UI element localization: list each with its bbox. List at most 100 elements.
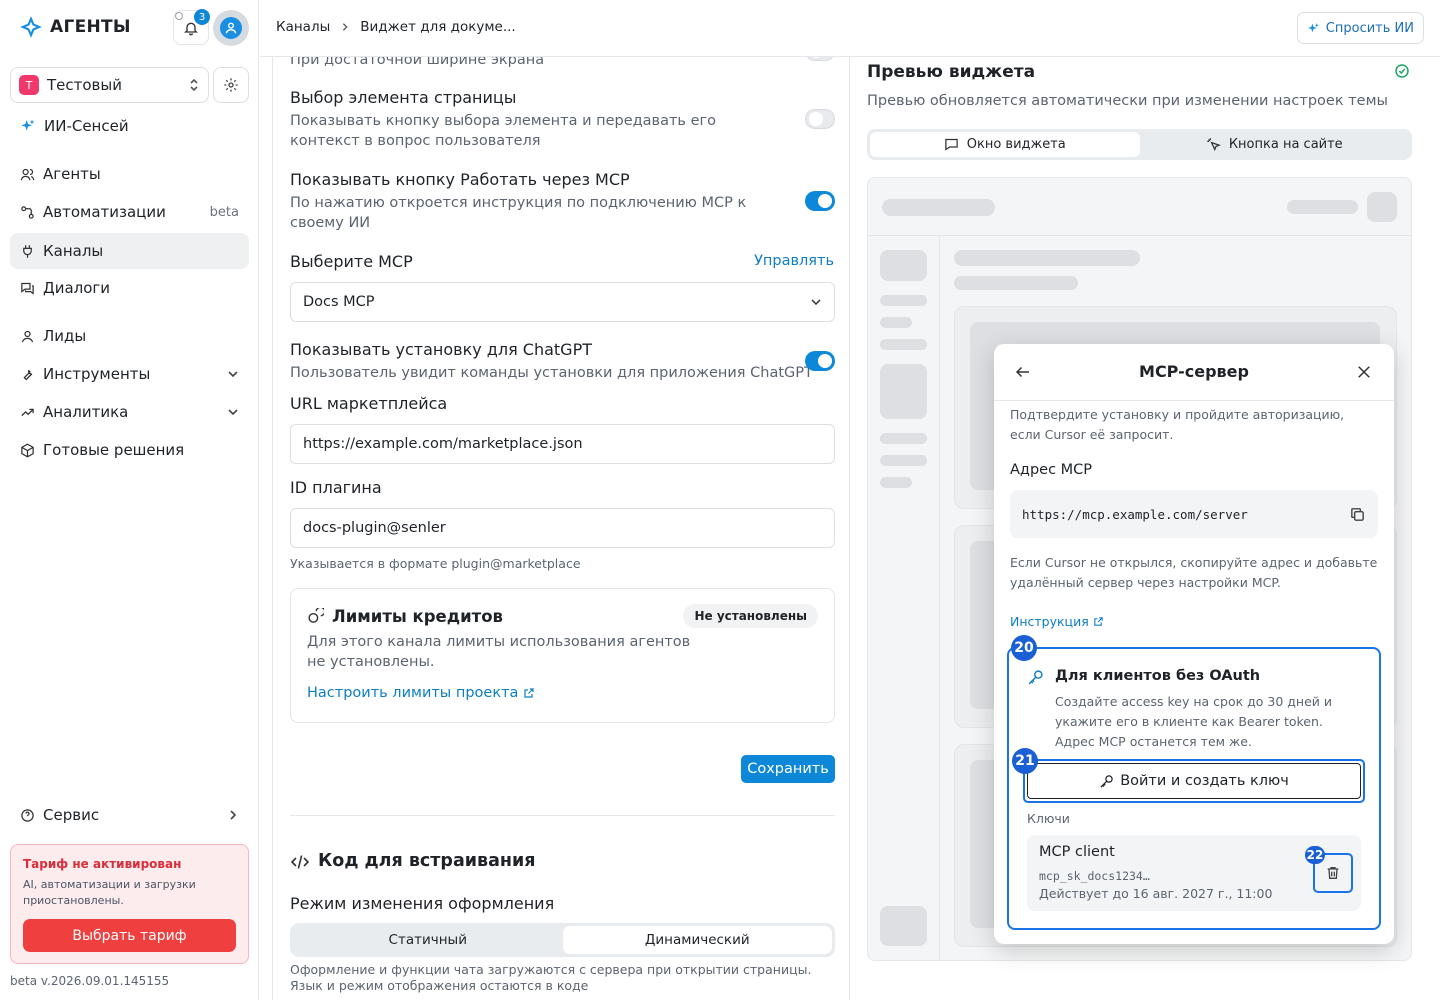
- chatgpt-desc: Пользователь увидит команды установки дл…: [290, 365, 813, 381]
- skeleton: [880, 433, 927, 444]
- external-link-icon: [1093, 616, 1104, 627]
- project-settings-button[interactable]: [213, 67, 249, 103]
- nav-solutions[interactable]: Готовые решения: [10, 432, 249, 468]
- nav-automations[interactable]: Автоматизации beta: [10, 194, 249, 230]
- status-dot: [175, 12, 183, 20]
- nav-label: Готовые решения: [43, 441, 185, 459]
- copy-icon[interactable]: [1349, 506, 1366, 523]
- mode-static-option[interactable]: Статичный: [293, 926, 563, 954]
- configure-limits-link[interactable]: Настроить лимиты проекта: [307, 685, 535, 701]
- breadcrumb-channels[interactable]: Каналы: [276, 19, 330, 35]
- widget-settings-form: При достаточной ширине экрана Выбор элем…: [272, 57, 849, 1000]
- nav-ai-sensei[interactable]: ИИ-Сенсей: [10, 108, 249, 144]
- project-selector[interactable]: Т Тестовый: [10, 67, 209, 103]
- tariff-title: Тариф не активирован: [23, 857, 182, 871]
- embed-title: Код для встраивания: [318, 851, 536, 871]
- ask-ai-label: Спросить ИИ: [1325, 20, 1414, 36]
- pick-element-title: Выбор элемента страницы: [290, 88, 517, 107]
- user-icon: [225, 22, 237, 34]
- app-logo[interactable]: АГЕНТЫ: [18, 14, 131, 40]
- login-button-label: Войти и создать ключ: [1120, 773, 1289, 789]
- instruction-label: Инструкция: [1010, 614, 1089, 629]
- sidebar: АГЕНТЫ 3 Т Тестовый ИИ-Сенсей Агенты Авт…: [0, 0, 259, 1000]
- plugin-id-input[interactable]: docs-plugin@senler: [290, 508, 835, 548]
- chevron-down-icon: [810, 296, 822, 308]
- tab-label: Окно виджета: [966, 137, 1066, 152]
- plugin-id-label: ID плагина: [290, 478, 382, 497]
- mcp-select-value: Docs MCP: [303, 294, 375, 310]
- chat-icon: [20, 281, 35, 296]
- mcp-address-box: https://mcp.example.com/server: [1010, 490, 1378, 538]
- project-name: Тестовый: [47, 76, 122, 94]
- project-initial: Т: [19, 75, 39, 95]
- external-link-icon: [523, 687, 535, 699]
- user-avatar[interactable]: [213, 10, 249, 46]
- marketplace-url-label: URL маркетплейса: [290, 394, 448, 413]
- skeleton: [1287, 200, 1358, 214]
- mcp-button-desc: По нажатию откроется инструкция по подкл…: [290, 195, 747, 231]
- skeleton: [882, 199, 995, 216]
- fallback-text: Если Cursor не открылся, скопируйте адре…: [1010, 555, 1378, 590]
- logo-icon: [18, 14, 44, 40]
- tab-label: Кнопка на сайте: [1228, 137, 1343, 152]
- nav-channels[interactable]: Каналы: [10, 233, 249, 269]
- tab-widget-window[interactable]: Окно виджета: [870, 132, 1140, 157]
- plug-icon: [20, 244, 35, 259]
- nav-dialogs[interactable]: Диалоги: [10, 270, 249, 306]
- mcp-button-toggle[interactable]: [805, 191, 835, 211]
- sparkle-icon: [1307, 22, 1320, 35]
- save-button[interactable]: Сохранить: [741, 755, 835, 783]
- nav-tools[interactable]: Инструменты: [10, 356, 249, 392]
- choose-tariff-button[interactable]: Выбрать тариф: [23, 919, 236, 952]
- tariff-text: AI, автоматизации и загрузки приостановл…: [23, 878, 196, 907]
- notifications-button[interactable]: 3: [173, 9, 210, 45]
- chevron-right-icon: [227, 809, 239, 821]
- limits-title: Лимиты кредитов: [332, 607, 503, 626]
- mcp-select[interactable]: Docs MCP: [290, 282, 835, 322]
- dialog-header: MCP-сервер: [994, 344, 1394, 401]
- check-circle-icon: [1394, 63, 1410, 79]
- skeleton: [880, 906, 927, 946]
- beta-badge: beta: [209, 204, 239, 220]
- manage-link[interactable]: Управлять: [754, 253, 834, 269]
- marketplace-url-input[interactable]: https://example.com/marketplace.json: [290, 424, 835, 464]
- skeleton: [880, 455, 927, 466]
- chatgpt-toggle[interactable]: [805, 351, 835, 371]
- chatgpt-title: Показывать установку для ChatGPT: [290, 340, 592, 359]
- nav-leads[interactable]: Лиды: [10, 318, 249, 354]
- cut-toggle[interactable]: [805, 57, 835, 61]
- nav-agents[interactable]: Агенты: [10, 156, 249, 192]
- wrench-icon: [20, 367, 35, 382]
- key-icon: [1099, 774, 1114, 789]
- nav-analytics[interactable]: Аналитика: [10, 394, 249, 430]
- pick-element-desc: Показывать кнопку выбора элемента и пере…: [290, 113, 716, 149]
- chevron-down-icon: [227, 406, 239, 418]
- key-expiry: Действует до 16 авг. 2027 г., 11:00: [1039, 886, 1273, 901]
- instruction-link[interactable]: Инструкция: [1010, 614, 1104, 629]
- cursor-click-icon: [1206, 137, 1221, 152]
- mode-dynamic-option[interactable]: Динамический: [562, 926, 832, 954]
- nav-label: ИИ-Сенсей: [44, 117, 129, 135]
- tab-site-button[interactable]: Кнопка на сайте: [1140, 132, 1410, 157]
- key-value: mcp_sk_docs1234…: [1039, 869, 1150, 883]
- ask-ai-button[interactable]: Спросить ИИ: [1296, 12, 1424, 44]
- skeleton: [880, 317, 912, 328]
- chevron-updown-icon: [188, 77, 200, 93]
- preview-tabs: Окно виджета Кнопка на сайте: [867, 129, 1412, 160]
- notification-count: 3: [194, 9, 210, 25]
- trash-icon: [1325, 865, 1341, 881]
- skeleton: [954, 276, 1078, 290]
- login-create-key-button[interactable]: Войти и создать ключ: [1023, 759, 1365, 803]
- oauth-desc: Создайте access key на срок до 30 дней и…: [1055, 694, 1332, 749]
- confirm-text: Подтвердите установку и пройдите авториз…: [1010, 407, 1345, 442]
- sparkle-icon: [20, 118, 36, 134]
- pick-element-toggle[interactable]: [805, 109, 835, 129]
- skeleton: [880, 295, 927, 306]
- divider: [290, 815, 835, 816]
- nav-service[interactable]: Сервис: [10, 797, 249, 833]
- credit-limits-card: Лимиты кредитов Не установлены Для этого…: [290, 588, 835, 723]
- key-name: MCP client: [1039, 844, 1115, 860]
- close-icon[interactable]: [1355, 363, 1373, 381]
- message-icon: [944, 137, 959, 152]
- nav-label: Лиды: [43, 327, 87, 345]
